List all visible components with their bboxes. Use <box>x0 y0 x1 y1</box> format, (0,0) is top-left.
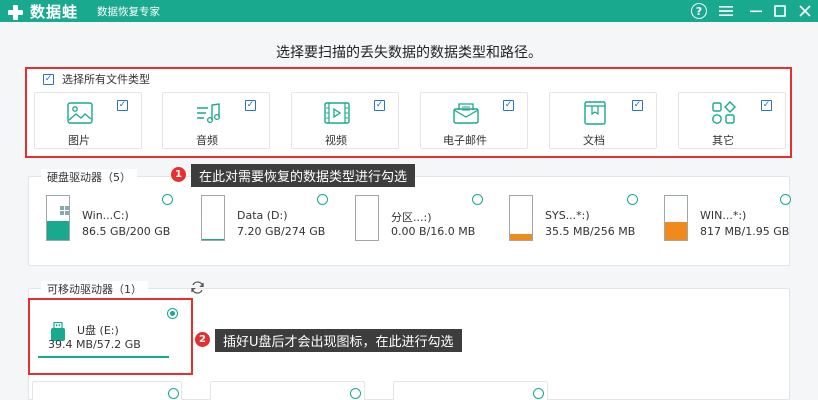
disk-icon <box>46 195 70 241</box>
checkbox-checked-icon[interactable]: ✓ <box>374 100 385 111</box>
video-icon <box>324 102 350 124</box>
file-type-label: 视频 <box>325 134 347 147</box>
drive-radio[interactable] <box>317 194 328 205</box>
file-type-label: 文档 <box>583 134 605 147</box>
hamburger-icon <box>719 6 733 16</box>
image-icon <box>67 102 93 124</box>
drive-radio[interactable] <box>472 194 483 205</box>
drive-size: 0.00 B/16.0 MB <box>391 225 476 238</box>
partition-card[interactable] <box>210 381 365 400</box>
file-type-other[interactable]: ✓ 其它 <box>678 92 786 149</box>
drive-name: WIN...*:) <box>700 209 747 222</box>
file-type-label: 音频 <box>196 134 218 147</box>
logo-text: 数据蛙 <box>30 3 79 21</box>
minimize-icon <box>750 10 762 13</box>
disk-icon <box>664 195 688 241</box>
checkbox-checked-icon[interactable]: ✓ <box>503 100 514 111</box>
drive-item[interactable]: SYS...*:) 35.5 MB/256 MB <box>509 195 687 245</box>
help-button[interactable]: ? <box>689 1 709 21</box>
file-type-email[interactable]: ✓ 电子邮件 <box>420 92 528 149</box>
minimize-button[interactable] <box>746 1 766 21</box>
app-logo: 数据蛙 <box>6 1 78 22</box>
file-type-video[interactable]: ✓ 视频 <box>291 92 399 149</box>
drive-item[interactable]: Data (D:) 7.20 GB/274 GB <box>201 195 379 245</box>
title-bar: 数据蛙 数据恢复专家 ? <box>0 0 818 22</box>
hard-drive-title: 硬盘驱动器（5） <box>41 169 137 185</box>
step-badge: 1 <box>171 167 186 182</box>
file-type-audio[interactable]: ✓ 音频 <box>162 92 270 149</box>
callout-tooltip: 插好U盘后才会出现图标，在此进行勾选 <box>215 329 462 352</box>
drive-size: 39.4 MB/57.2 GB <box>48 338 141 351</box>
partition-radio[interactable] <box>168 388 179 399</box>
partition-radio[interactable] <box>350 388 361 399</box>
drive-radio[interactable] <box>780 194 791 205</box>
audio-icon <box>197 103 221 124</box>
document-icon <box>584 101 606 125</box>
drive-item[interactable]: Win...C:) 86.5 GB/200 GB <box>46 195 224 245</box>
usage-bar <box>38 356 169 358</box>
checkbox-checked-icon: ✓ <box>43 73 54 85</box>
drive-name: U盘 (E:) <box>77 324 119 337</box>
page-heading: 选择要扫描的丢失数据的数据类型和路径。 <box>276 45 542 61</box>
partition-card[interactable] <box>393 381 548 400</box>
checkbox-checked-icon[interactable]: ✓ <box>761 100 772 111</box>
drive-name: Data (D:) <box>237 209 288 222</box>
close-icon <box>799 5 811 17</box>
select-all-checkbox[interactable]: ✓ 选择所有文件类型 <box>43 71 150 87</box>
app-subtitle: 数据恢复专家 <box>97 6 160 18</box>
usb-drive-item[interactable]: U盘 (E:) 39.4 MB/57.2 GB <box>28 298 193 375</box>
drive-radio[interactable] <box>627 194 638 205</box>
file-type-label: 其它 <box>712 134 734 147</box>
drive-item[interactable]: WIN...*:) 817 MB/1.95 GB <box>664 195 818 245</box>
file-type-image[interactable]: ✓ 图片 <box>34 92 142 149</box>
select-all-label: 选择所有文件类型 <box>62 73 150 86</box>
file-type-section: ✓ 选择所有文件类型 ✓ 图片 ✓ 音频 ✓ 视频 ✓ 电子邮件 ✓ 文档 ✓ … <box>25 67 792 158</box>
file-type-label: 图片 <box>68 134 90 147</box>
disk-icon <box>355 195 379 241</box>
drive-name: SYS...*:) <box>545 209 590 222</box>
other-icon <box>712 101 736 124</box>
drive-name: Win...C:) <box>82 209 129 222</box>
windows-icon <box>60 206 69 215</box>
refresh-icon[interactable] <box>190 280 205 295</box>
partition-radio[interactable] <box>533 388 544 399</box>
checkbox-checked-icon[interactable]: ✓ <box>117 100 128 111</box>
email-icon <box>453 103 479 124</box>
removable-drive-title: 可移动驱动器（1） <box>41 281 148 297</box>
step-badge: 2 <box>195 332 210 347</box>
checkbox-checked-icon[interactable]: ✓ <box>245 100 256 111</box>
drive-size: 7.20 GB/274 GB <box>237 225 326 238</box>
checkbox-checked-icon[interactable]: ✓ <box>632 100 643 111</box>
drive-radio[interactable] <box>162 194 173 205</box>
menu-button[interactable] <box>716 1 736 21</box>
drive-size: 86.5 GB/200 GB <box>82 225 171 238</box>
file-type-label: 电子邮件 <box>443 134 487 147</box>
drive-size: 817 MB/1.95 GB <box>700 225 790 238</box>
disk-icon <box>509 195 533 241</box>
maximize-button[interactable] <box>770 1 790 21</box>
callout-tooltip: 在此对需要恢复的数据类型进行勾选 <box>191 164 416 187</box>
drive-name: 分区...:) <box>391 211 432 224</box>
file-type-document[interactable]: ✓ 文档 <box>549 92 657 149</box>
disk-icon <box>201 195 225 241</box>
close-button[interactable] <box>795 1 815 21</box>
drive-radio-selected[interactable] <box>167 308 178 319</box>
maximize-icon <box>774 5 786 17</box>
partition-card[interactable] <box>32 381 182 400</box>
plus-logo-icon <box>6 3 24 21</box>
drive-size: 35.5 MB/256 MB <box>545 225 636 238</box>
drive-item[interactable]: 分区...:) 0.00 B/16.0 MB <box>355 195 533 245</box>
question-icon: ? <box>691 3 707 19</box>
